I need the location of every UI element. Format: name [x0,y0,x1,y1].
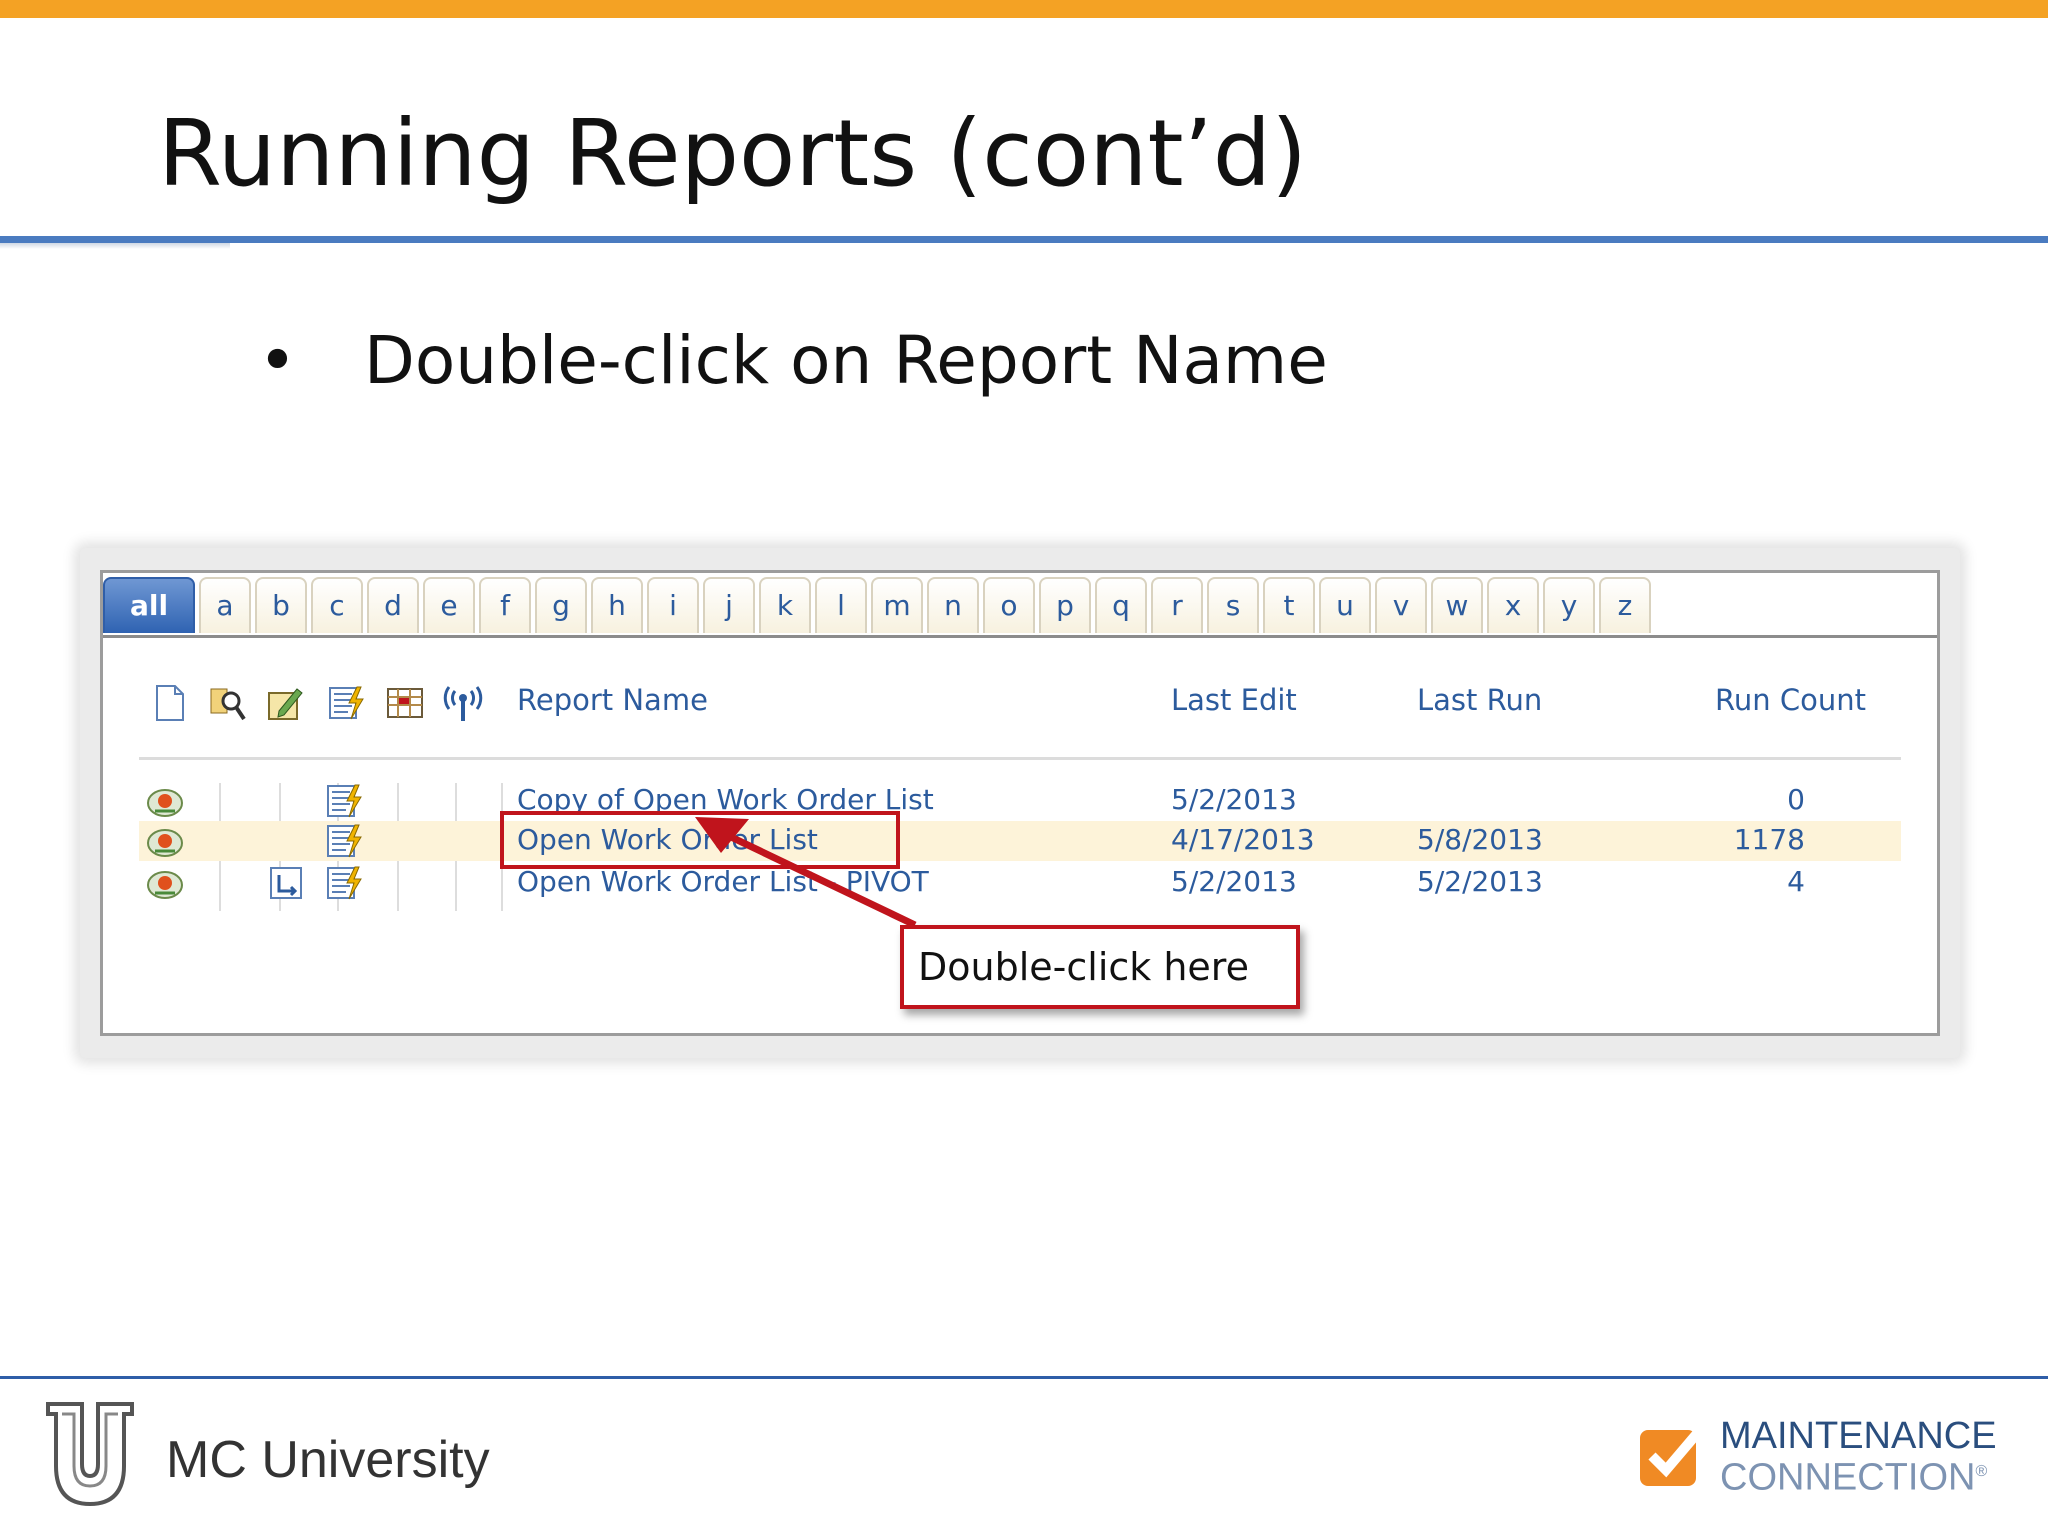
slide-title: Running Reports (cont’d) [158,100,1308,207]
tab-s[interactable]: s [1207,577,1259,633]
tab-i[interactable]: i [647,577,699,633]
tab-m[interactable]: m [871,577,923,633]
maintenance-connection-check-logo [1640,1426,1704,1486]
column-header-last-run[interactable]: Last Run [1417,683,1542,717]
top-accent-bar [0,0,2048,18]
last-run-cell: 5/8/2013 [1417,823,1543,856]
footer-university-label: MC University [166,1431,490,1489]
report-name-link[interactable]: Open Work Order List - PIVOT [517,865,929,898]
tab-r[interactable]: r [1151,577,1203,633]
report-row[interactable]: Open Work Order List 4/17/2013 5/8/2013 117… [139,821,1901,861]
tab-e[interactable]: e [423,577,475,633]
tab-c[interactable]: c [311,577,363,633]
tab-g[interactable]: g [535,577,587,633]
bullet-text: Double-click on Report Name [364,322,1328,399]
run-report-icon[interactable] [325,865,365,901]
report-row[interactable]: Open Work Order List - PIVOT 5/2/2013 5/2/… [139,863,1901,903]
title-divider-shadow [0,243,230,249]
run-report-icon[interactable] [325,783,365,819]
registered-mark: ® [1975,1463,1988,1480]
report-list-header: Report Name Last Edit Last Run Run Count [103,683,1937,733]
tab-o[interactable]: o [983,577,1035,633]
maintenance-connection-wordmark: MAINTENANCE CONNECTION® [1720,1415,1997,1499]
column-header-run-count[interactable]: Run Count [1715,683,1866,717]
tab-t[interactable]: t [1263,577,1315,633]
last-edit-cell: 5/2/2013 [1171,783,1297,816]
mc-university-u-logo [46,1402,134,1507]
tab-a[interactable]: a [199,577,251,633]
report-list-panel: all a b c d e f g h i j k l m n o p q r s t u v w x y z Report Nam… [100,570,1940,1036]
brand-line-2-text: CONNECTION [1720,1456,1976,1499]
tab-u[interactable]: u [1319,577,1371,633]
title-divider [0,236,2048,243]
report-status-icon[interactable] [145,783,185,819]
run-report-icon[interactable] [325,823,365,859]
tab-k[interactable]: k [759,577,811,633]
run-count-cell: 4 [1787,865,1805,898]
tab-f[interactable]: f [479,577,531,633]
report-status-icon[interactable] [145,823,185,859]
brand-line-1: MAINTENANCE [1720,1415,1997,1457]
tab-y[interactable]: y [1543,577,1595,633]
alphabet-tab-strip: all a b c d e f g h i j k l m n o p q r s t u v w x y z [103,573,1937,638]
run-count-cell: 1178 [1733,823,1805,856]
last-edit-cell: 4/17/2013 [1171,823,1315,856]
bullet-mark: • [258,322,297,399]
tab-p[interactable]: p [1039,577,1091,633]
report-status-icon[interactable] [145,865,185,901]
tab-j[interactable]: j [703,577,755,633]
tab-z[interactable]: z [1599,577,1651,633]
tab-x[interactable]: x [1487,577,1539,633]
tab-all[interactable]: all [103,577,195,633]
search-report-icon[interactable] [207,683,247,723]
pivot-table-icon[interactable] [385,683,425,723]
footer-divider [0,1376,2048,1379]
report-row[interactable]: Copy of Open Work Order List 5/2/2013 0 [139,781,1901,821]
run-report-icon[interactable] [327,683,367,723]
report-name-highlight-box [500,811,900,869]
last-edit-cell: 5/2/2013 [1171,865,1297,898]
report-list-screenshot: all a b c d e f g h i j k l m n o p q r s t u v w x y z Report Nam… [80,548,1960,1058]
tab-h[interactable]: h [591,577,643,633]
last-run-cell: 5/2/2013 [1417,865,1543,898]
tab-d[interactable]: d [367,577,419,633]
column-header-report-name[interactable]: Report Name [517,683,708,717]
new-report-icon[interactable] [149,683,189,723]
tab-v[interactable]: v [1375,577,1427,633]
tab-b[interactable]: b [255,577,307,633]
edit-report-icon[interactable] [265,683,305,723]
column-header-last-edit[interactable]: Last Edit [1171,683,1297,717]
bullet-item: • Double-click on Report Name [258,322,1328,399]
brand-line-2: CONNECTION® [1720,1454,1997,1499]
pivot-view-icon[interactable] [267,865,307,901]
header-divider [139,757,1901,760]
tab-n[interactable]: n [927,577,979,633]
broadcast-icon[interactable] [443,683,483,723]
tab-w[interactable]: w [1431,577,1483,633]
run-count-cell: 0 [1787,783,1805,816]
tab-q[interactable]: q [1095,577,1147,633]
double-click-callout: Double-click here [900,925,1300,1009]
tab-l[interactable]: l [815,577,867,633]
